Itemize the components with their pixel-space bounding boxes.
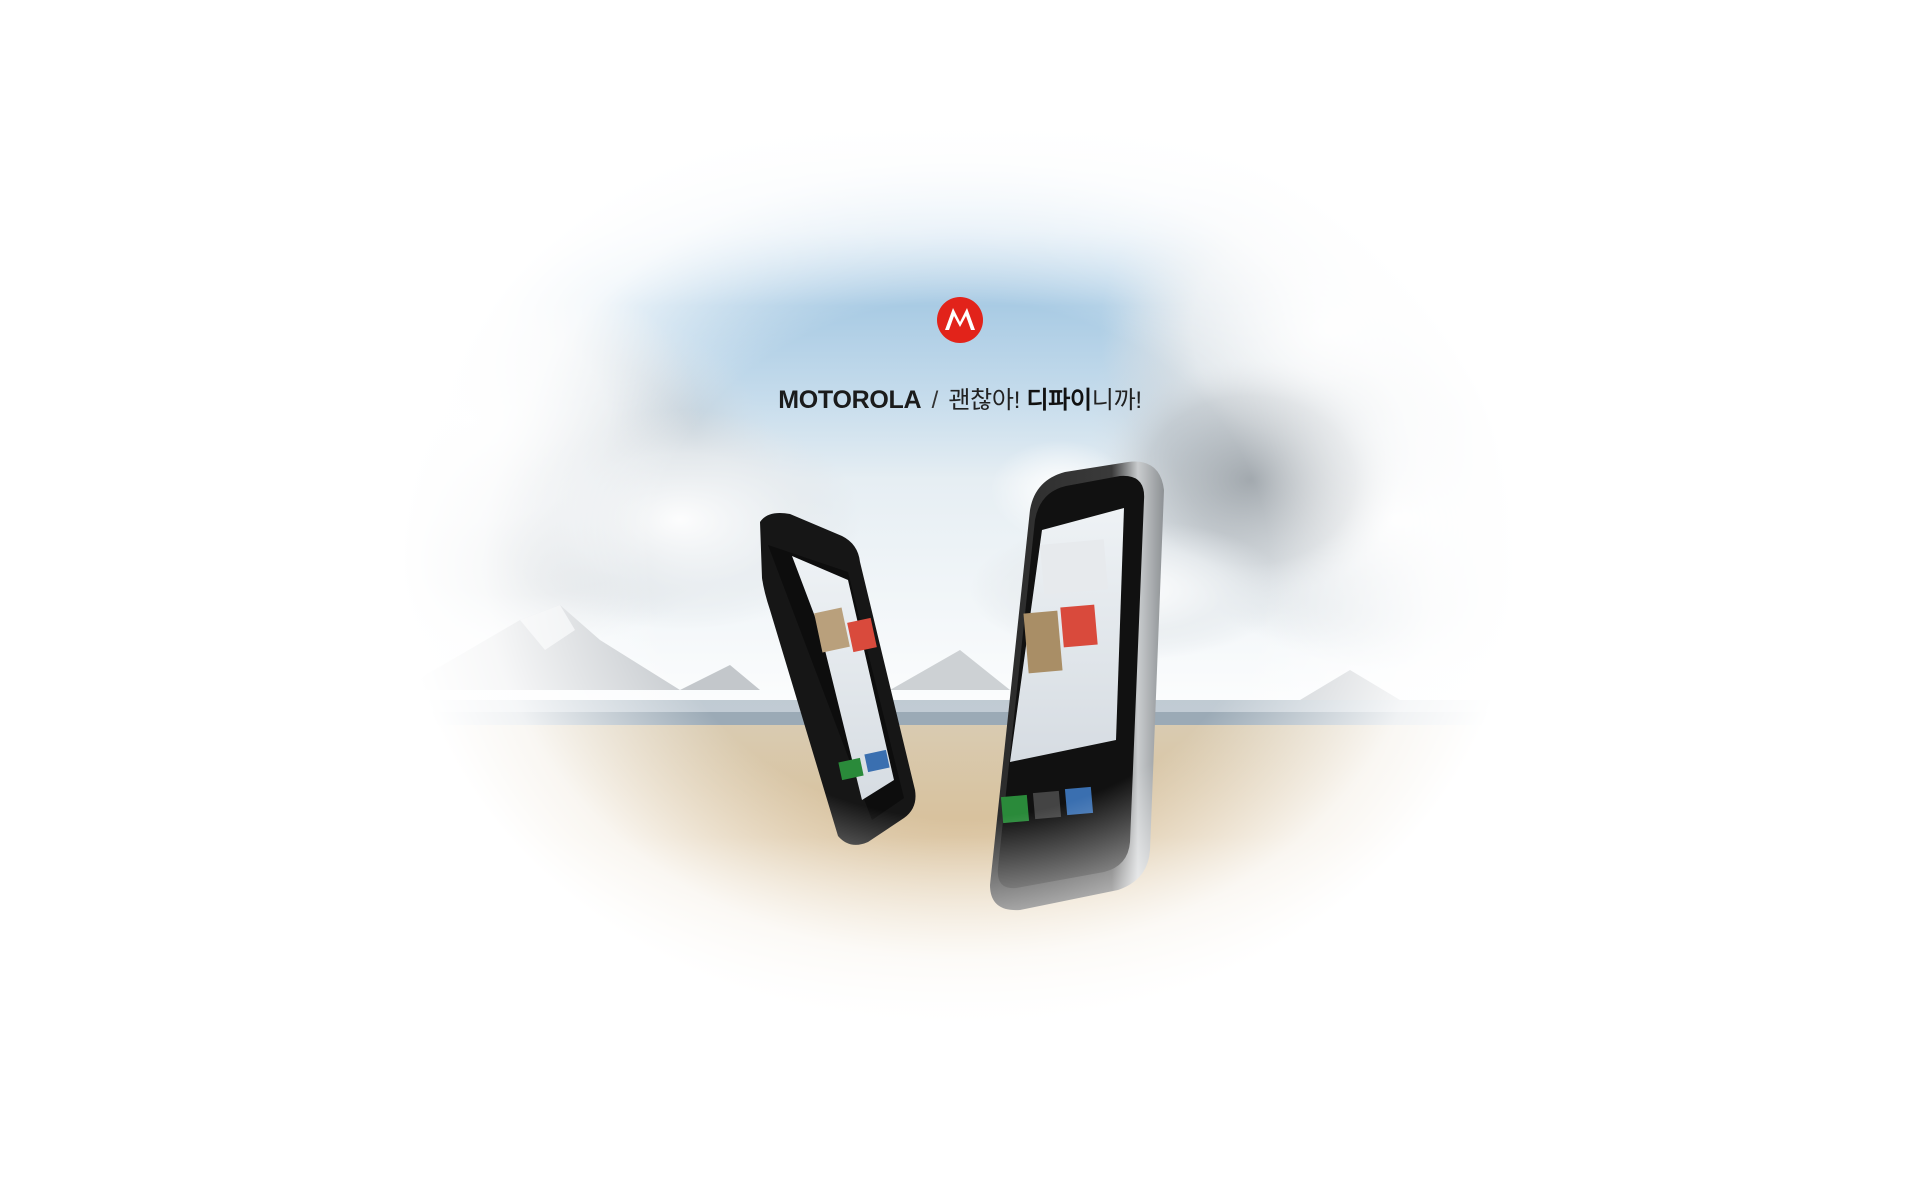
scene-illustration bbox=[240, 120, 1670, 1045]
headline: MOTOROLA / 괜찮아! 디파이니까! bbox=[0, 380, 1920, 415]
brand-name: MOTOROLA bbox=[778, 386, 922, 414]
headline-separator: / bbox=[931, 387, 939, 414]
tagline-product-name: 디파이 bbox=[1026, 387, 1092, 414]
tagline-part-1: 괜찮아! bbox=[948, 387, 1021, 414]
tagline-part-3: 니까! bbox=[1091, 387, 1142, 414]
motorola-batwing-icon bbox=[937, 297, 983, 343]
wallpaper: MOTOROLA / 괜찮아! 디파이니까! bbox=[0, 0, 1920, 1200]
